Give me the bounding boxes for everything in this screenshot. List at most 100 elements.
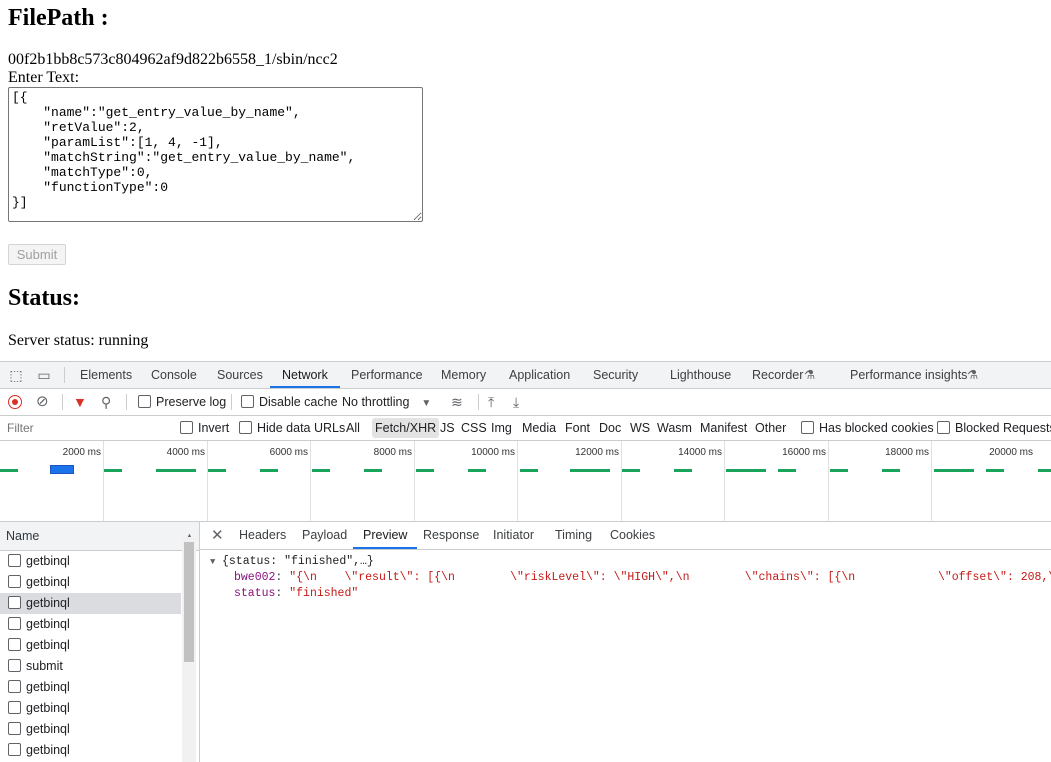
request-checkbox[interactable]: [8, 743, 21, 756]
request-list-scrollbar[interactable]: [182, 537, 196, 762]
search-icon[interactable]: ⚲: [101, 389, 111, 415]
tab-response[interactable]: Response: [423, 522, 479, 549]
network-overview-timeline[interactable]: 2000 ms 4000 ms 6000 ms 8000 ms 10000 ms…: [0, 441, 1051, 522]
waterfall-bar: [416, 469, 434, 472]
preserve-log-checkbox[interactable]: Preserve log: [138, 389, 226, 415]
throttling-select[interactable]: No throttling ▼: [342, 389, 431, 415]
filter-icon[interactable]: ▼: [73, 389, 87, 415]
filter-type-other[interactable]: Other: [755, 416, 786, 440]
waterfall-bar: [208, 469, 226, 472]
waterfall-bar: [156, 469, 196, 472]
text-input-area[interactable]: [8, 87, 423, 222]
filter-type-wasm[interactable]: Wasm: [657, 416, 692, 440]
waterfall-bar: [364, 469, 382, 472]
filter-type-css[interactable]: CSS: [461, 416, 487, 440]
tab-preview[interactable]: Preview: [353, 522, 418, 549]
request-checkbox[interactable]: [8, 659, 21, 672]
request-row[interactable]: getbinql: [0, 614, 181, 635]
filter-type-img[interactable]: Img: [491, 416, 512, 440]
request-checkbox[interactable]: [8, 680, 21, 693]
request-row[interactable]: getbinql: [0, 635, 181, 656]
tab-network[interactable]: Network: [270, 362, 340, 388]
tab-application[interactable]: Application: [509, 362, 570, 388]
waterfall-bar: [622, 469, 640, 472]
tab-security[interactable]: Security: [593, 362, 638, 388]
hide-data-urls-checkbox[interactable]: Hide data URLs: [239, 416, 345, 440]
request-row[interactable]: getbinql: [0, 677, 181, 698]
filter-type-font[interactable]: Font: [565, 416, 590, 440]
disable-cache-checkbox[interactable]: Disable cache: [241, 389, 338, 415]
download-icon[interactable]: ⤓: [513, 389, 519, 415]
request-row[interactable]: getbinql: [0, 740, 181, 761]
upload-icon[interactable]: ⤒: [488, 389, 494, 415]
timeline-tick: 6000 ms: [269, 447, 308, 458]
timeline-tick: 18000 ms: [885, 447, 929, 458]
tab-console[interactable]: Console: [151, 362, 197, 388]
enter-text-label: Enter Text:: [8, 69, 80, 86]
filter-type-ws[interactable]: WS: [630, 416, 650, 440]
timeline-tick: 20000 ms: [989, 447, 1033, 458]
filter-type-js[interactable]: JS: [440, 416, 455, 440]
tab-timing[interactable]: Timing: [555, 522, 592, 549]
request-row[interactable]: submit: [0, 656, 181, 677]
request-checkbox[interactable]: [8, 617, 21, 630]
request-checkbox[interactable]: [8, 722, 21, 735]
close-icon[interactable]: ✕: [211, 522, 224, 549]
tab-payload[interactable]: Payload: [302, 522, 347, 549]
request-checkbox[interactable]: [8, 575, 21, 588]
request-name: getbinql: [26, 701, 70, 715]
name-column-header[interactable]: Name ▲: [0, 522, 199, 551]
preview-summary[interactable]: {status: "finished",…}: [222, 554, 374, 570]
tab-lighthouse[interactable]: Lighthouse: [670, 362, 731, 388]
request-row[interactable]: getbinql: [0, 572, 181, 593]
request-row[interactable]: getbinql: [0, 593, 181, 614]
waterfall-bar: [520, 469, 538, 472]
tab-elements[interactable]: Elements: [80, 362, 132, 388]
blocked-requests-checkbox[interactable]: Blocked Requests: [937, 416, 1051, 440]
request-checkbox[interactable]: [8, 638, 21, 651]
waterfall-bar: [104, 469, 122, 472]
request-row[interactable]: getbinql: [0, 551, 181, 572]
filter-type-doc[interactable]: Doc: [599, 416, 621, 440]
waterfall-bar: [726, 469, 766, 472]
request-checkbox[interactable]: [8, 701, 21, 714]
tab-performance-insights[interactable]: Performance insights: [850, 362, 967, 388]
filter-type-all[interactable]: All: [346, 416, 360, 440]
invert-checkbox[interactable]: Invert: [180, 416, 229, 440]
waterfall-bar: [312, 469, 330, 472]
flask-icon: ⚗: [804, 368, 816, 382]
filter-type-media[interactable]: Media: [522, 416, 556, 440]
tab-initiator[interactable]: Initiator: [493, 522, 534, 549]
device-toolbar-icon[interactable]: ▭: [36, 367, 52, 383]
tab-recorder[interactable]: Recorder: [752, 362, 803, 388]
request-row[interactable]: getbinql: [0, 698, 181, 719]
filter-bar: Invert Hide data URLs All Fetch/XHR JS C…: [0, 416, 1051, 441]
tab-headers[interactable]: Headers: [239, 522, 286, 549]
selected-waterfall-bar: [50, 465, 74, 474]
detail-tabs: ✕ Headers Payload Preview Response Initi…: [200, 522, 1051, 550]
request-checkbox[interactable]: [8, 554, 21, 567]
request-checkbox[interactable]: [8, 596, 21, 609]
request-name: getbinql: [26, 575, 70, 589]
tab-performance[interactable]: Performance: [351, 362, 423, 388]
waterfall-bar: [830, 469, 848, 472]
timeline-tick: 10000 ms: [471, 447, 515, 458]
submit-button[interactable]: Submit: [8, 244, 66, 265]
expand-triangle-icon[interactable]: ▼: [210, 554, 215, 570]
filter-type-manifest[interactable]: Manifest: [700, 416, 747, 440]
clear-icon[interactable]: ⊘: [36, 389, 49, 415]
filter-type-fetch-xhr[interactable]: Fetch/XHR: [372, 418, 440, 438]
request-row[interactable]: getbinql: [0, 719, 181, 740]
filter-input[interactable]: [2, 418, 176, 438]
record-icon[interactable]: [8, 389, 22, 415]
page-content: FilePath : 00f2b1bb8c573c804962af9d822b6…: [0, 0, 1051, 361]
request-name: getbinql: [26, 617, 70, 631]
inspect-element-icon[interactable]: ⬚: [8, 367, 24, 383]
waterfall-bar: [468, 469, 486, 472]
tab-memory[interactable]: Memory: [441, 362, 486, 388]
tab-sources[interactable]: Sources: [217, 362, 263, 388]
has-blocked-cookies-checkbox[interactable]: Has blocked cookies: [801, 416, 934, 440]
tab-cookies[interactable]: Cookies: [610, 522, 655, 549]
waterfall-bar: [778, 469, 796, 472]
wifi-icon[interactable]: ≋: [451, 389, 463, 415]
